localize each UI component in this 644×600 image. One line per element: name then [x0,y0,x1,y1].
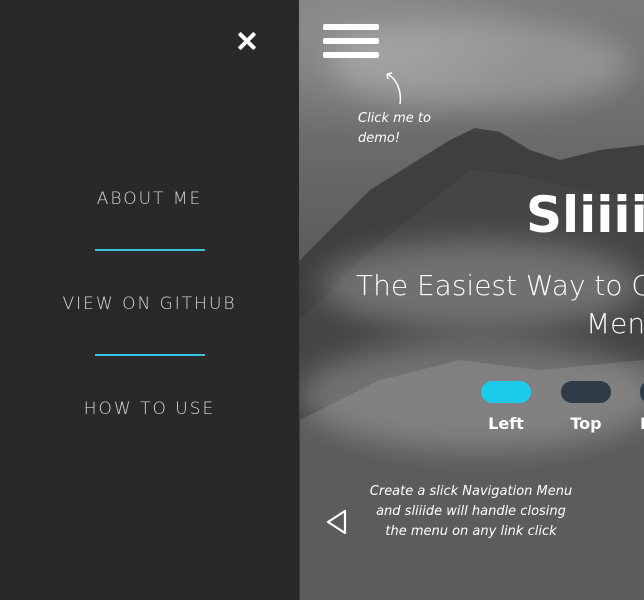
sidebar-item-view-on-github[interactable]: VIEW ON GITHUB [0,291,299,317]
demo-hint-text: Click me to demo! [358,111,431,146]
hamburger-bar [323,24,379,30]
hamburger-bar [323,38,379,44]
curved-arrow-icon [386,72,402,105]
toggle-top-label: Top [570,414,602,433]
sidebar-nav: ABOUT ME VIEW ON GITHUB HOW TO USE [0,186,299,422]
hero-subtitle-line2: Menu [586,307,644,340]
triangle-left-icon [326,509,347,535]
hero-title: Sliiii [526,186,644,244]
bottom-hint-text: Create a slick Navigation Menu and sliii… [369,484,573,539]
hero-subtitle: The Easiest Way to C [356,269,644,302]
sidebar-menu: ABOUT ME VIEW ON GITHUB HOW TO USE [0,0,299,600]
sidebar-item-about-me[interactable]: ABOUT ME [0,186,299,212]
hamburger-menu-button[interactable] [323,24,379,60]
toggle-left-label: Left [488,414,524,433]
toggle-top-button[interactable] [561,381,611,403]
toggle-right-label: R [640,414,644,434]
sidebar-item-how-to-use[interactable]: HOW TO USE [0,396,299,422]
toggle-left-button[interactable] [481,381,531,403]
menu-divider [94,354,205,356]
hamburger-bar [323,52,379,58]
menu-divider [94,249,205,251]
close-icon[interactable] [234,28,260,54]
